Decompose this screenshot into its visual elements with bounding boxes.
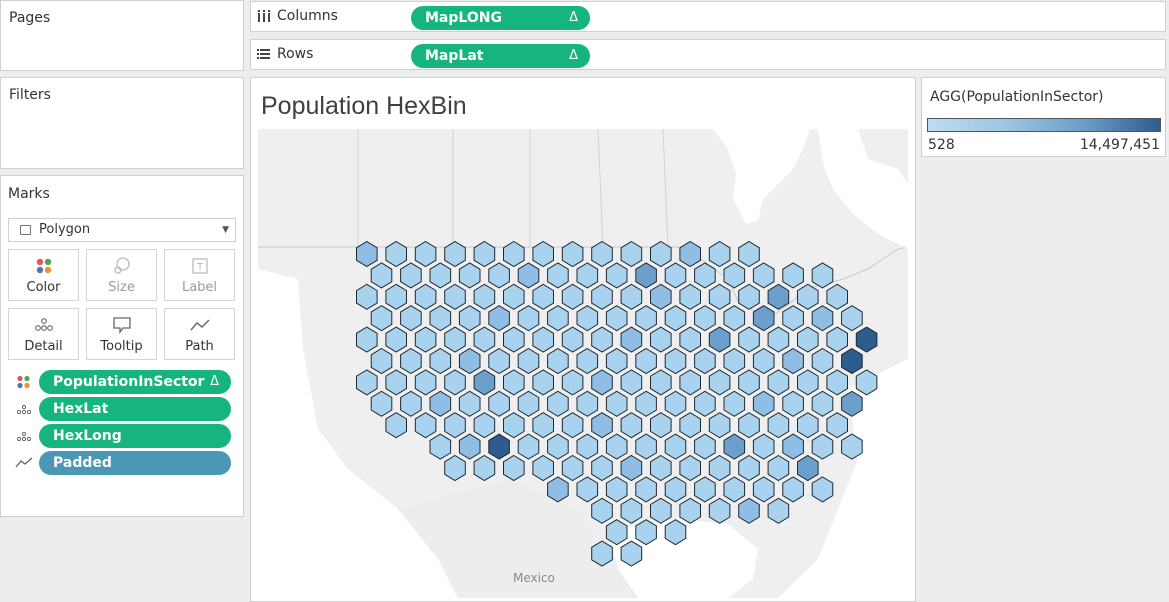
mark-type-dropdown[interactable]: Polygon ▼ bbox=[8, 218, 236, 242]
delta-icon: Δ bbox=[569, 10, 578, 25]
rows-label: Rows bbox=[277, 46, 314, 62]
tooltip-label: Tooltip bbox=[100, 339, 143, 354]
rows-shelf[interactable]: Rows bbox=[250, 39, 1166, 70]
field-row-padded: Padded bbox=[15, 451, 231, 475]
polygon-icon bbox=[20, 225, 31, 235]
path-icon bbox=[165, 315, 234, 335]
legend-max: 14,497,451 bbox=[1079, 137, 1160, 153]
delta-icon: Δ bbox=[210, 374, 219, 389]
columns-pill[interactable]: MapLONG Δ bbox=[411, 6, 590, 30]
detail-button[interactable]: Detail bbox=[8, 308, 79, 360]
rows-pill-label: MapLat bbox=[425, 48, 484, 64]
detail-icon bbox=[9, 315, 78, 335]
field-pill-label: HexLat bbox=[53, 401, 109, 417]
tooltip-icon bbox=[87, 315, 156, 335]
rows-shelf-label: Rows bbox=[257, 46, 313, 62]
columns-icon bbox=[258, 10, 270, 22]
size-label: Size bbox=[108, 280, 135, 295]
rows-icon bbox=[257, 49, 270, 59]
size-button: Size bbox=[86, 249, 157, 301]
field-pill-population[interactable]: PopulationInSector Δ bbox=[39, 370, 231, 394]
columns-shelf[interactable]: Columns bbox=[250, 1, 1166, 32]
path-icon bbox=[15, 457, 33, 468]
filters-title: Filters bbox=[9, 87, 51, 103]
legend-min: 528 bbox=[928, 137, 955, 153]
mark-type-label: Polygon bbox=[39, 222, 91, 237]
field-pill-padded[interactable]: Padded bbox=[39, 451, 231, 475]
marks-title: Marks bbox=[8, 186, 50, 202]
field-row-population: PopulationInSector Δ bbox=[15, 370, 231, 394]
detail-label: Detail bbox=[24, 339, 63, 354]
legend-color-ramp bbox=[927, 118, 1161, 132]
path-label: Path bbox=[185, 339, 214, 354]
field-row-hexlat: HexLat bbox=[15, 397, 231, 421]
field-row-hexlong: HexLong bbox=[15, 424, 231, 448]
color-button[interactable]: Color bbox=[8, 249, 79, 301]
color-label: Color bbox=[26, 280, 61, 295]
color-icon bbox=[17, 375, 30, 389]
columns-label: Columns bbox=[277, 8, 338, 24]
detail-icon bbox=[16, 404, 32, 415]
detail-icon bbox=[16, 431, 32, 442]
columns-shelf-label: Columns bbox=[257, 8, 338, 24]
chevron-down-icon: ▼ bbox=[222, 225, 229, 235]
legend-title: AGG(PopulationInSector) bbox=[930, 89, 1104, 105]
tooltip-button[interactable]: Tooltip bbox=[86, 308, 157, 360]
field-pill-label: PopulationInSector bbox=[53, 374, 205, 390]
field-pill-hexlong[interactable]: HexLong bbox=[39, 424, 231, 448]
filters-panel[interactable]: Filters bbox=[0, 77, 244, 169]
field-pill-label: HexLong bbox=[53, 428, 122, 444]
size-icon bbox=[87, 256, 156, 276]
label-label: Label bbox=[181, 280, 218, 295]
label-icon: T bbox=[165, 256, 234, 276]
path-button[interactable]: Path bbox=[164, 308, 235, 360]
pages-panel: Pages bbox=[0, 0, 244, 71]
columns-pill-label: MapLONG bbox=[425, 10, 502, 26]
svg-text:T: T bbox=[195, 262, 203, 273]
map[interactable] bbox=[258, 129, 908, 598]
field-pill-hexlat[interactable]: HexLat bbox=[39, 397, 231, 421]
label-button: T Label bbox=[164, 249, 235, 301]
field-pill-label: Padded bbox=[53, 455, 112, 471]
pages-title: Pages bbox=[9, 10, 51, 26]
map-label-mexico: Mexico bbox=[513, 571, 555, 585]
delta-icon: Δ bbox=[569, 48, 578, 63]
viz-title: Population HexBin bbox=[261, 92, 467, 120]
color-icon bbox=[9, 256, 78, 276]
rows-pill[interactable]: MapLat Δ bbox=[411, 44, 590, 68]
